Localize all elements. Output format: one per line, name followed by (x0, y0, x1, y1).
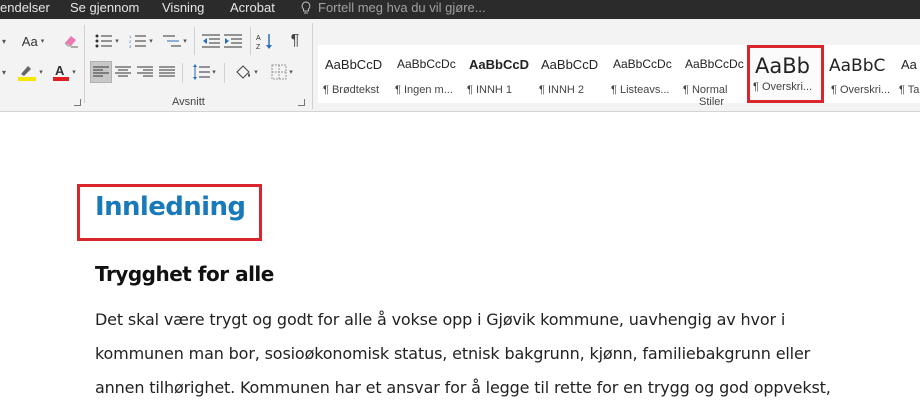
menu-item-review[interactable]: Se gjennom (70, 0, 139, 16)
tell-me-search[interactable]: Fortell meg hva du vil gjøre... (318, 0, 486, 16)
clear-formatting-button[interactable] (60, 31, 82, 51)
style-label: ¶ Normal (683, 84, 728, 96)
line-spacing-icon (193, 64, 211, 80)
separator (250, 27, 251, 55)
document-page[interactable]: Innledning Trygghet for alle Det skal væ… (0, 112, 920, 403)
style-overskrift-2[interactable]: AaBbC ¶ Overskri... (826, 48, 894, 100)
style-preview: AaBbCcD (469, 57, 529, 72)
heading-2[interactable]: Trygghet for alle (95, 262, 274, 286)
increase-indent-button[interactable] (222, 31, 244, 51)
decrease-indent-icon (202, 34, 220, 48)
style-preview: AaBbCcDc (397, 57, 456, 71)
sort-button[interactable]: A Z (254, 30, 276, 52)
bullets-button[interactable]: ▾ (92, 31, 122, 51)
font-size-caret[interactable]: ▾ (0, 64, 8, 80)
style-label: ¶ INNH 1 (467, 84, 513, 96)
borders-icon (271, 64, 287, 80)
separator (312, 23, 313, 109)
eraser-icon (64, 36, 78, 48)
svg-text:A: A (55, 63, 65, 78)
style-brodtekst[interactable]: AaBbCcD ¶ Brødtekst (318, 48, 386, 100)
font-dropdown-caret[interactable]: ▾ (0, 33, 8, 49)
lightbulb-icon (301, 1, 311, 14)
justify-icon (159, 66, 175, 77)
chevron-down-icon: ▾ (40, 38, 45, 45)
menu-item-references[interactable]: endelser (0, 0, 50, 16)
style-ingen-mellomrom[interactable]: AaBbCcDc ¶ Ingen m... (390, 48, 458, 100)
style-label: ¶ Overskri... (753, 81, 813, 93)
style-innh-2[interactable]: AaBbCcD ¶ INNH 2 (534, 48, 602, 100)
style-label: ¶ Ingen m... (395, 84, 453, 96)
font-color-icon: A (53, 63, 70, 81)
show-formatting-marks-button[interactable]: ¶ (284, 30, 306, 52)
paint-bucket-icon (236, 65, 251, 79)
style-preview: AaBbCcDc (685, 57, 744, 71)
paragraph-dialog-launcher[interactable] (298, 99, 305, 106)
increase-indent-icon (224, 34, 242, 48)
align-center-icon (115, 66, 131, 77)
style-tal[interactable]: Aa ¶ Tal (894, 48, 920, 100)
separator (224, 63, 225, 83)
ribbon: ▾ Aa ▾ ▾ 1 2 3 ▾ ▾ A Z ¶ ▾ ▾ A ▾ ▾ ▾ ▾ A… (0, 19, 920, 112)
svg-text:3: 3 (129, 44, 132, 48)
justify-button[interactable] (156, 61, 178, 83)
style-normal[interactable]: AaBbCcDc ¶ Normal (678, 48, 746, 100)
style-label: ¶ INNH 2 (539, 84, 585, 96)
borders-button[interactable]: ▾ (266, 61, 298, 83)
svg-text:A: A (256, 35, 261, 42)
svg-text:Z: Z (256, 44, 261, 50)
separator (182, 63, 183, 83)
numbered-list-icon: 1 2 3 (129, 34, 147, 48)
numbering-button[interactable]: 1 2 3 ▾ (126, 31, 156, 51)
heading-1[interactable]: Innledning (95, 192, 246, 222)
style-preview: AaBbC (829, 56, 886, 76)
sort-icon: A Z (256, 34, 272, 50)
bullet-list-icon (95, 34, 113, 48)
menu-bar: endelser Se gjennom Visning Acrobat Fort… (0, 0, 920, 19)
change-case-label: Aa (21, 33, 38, 49)
styles-gallery: AaBbCcD ¶ Brødtekst AaBbCcDc ¶ Ingen m..… (318, 45, 920, 103)
style-preview: AaBbCcD (325, 57, 383, 72)
highlighter-icon (18, 66, 37, 81)
line-spacing-button[interactable]: ▾ (188, 61, 220, 83)
group-label-styles: Stiler (699, 96, 725, 108)
pilcrow-icon: ¶ (290, 32, 300, 49)
font-color-button[interactable]: A ▾ (50, 61, 78, 83)
style-preview: AaBb (755, 54, 810, 78)
shading-button[interactable]: ▾ (230, 61, 262, 83)
style-preview: AaBbCcDc (613, 57, 672, 71)
paragraph-line[interactable]: Det skal være trygt og godt for alle å v… (95, 310, 785, 329)
align-left-button[interactable] (90, 61, 112, 83)
style-preview: AaBbCcD (541, 57, 599, 72)
align-right-icon (137, 66, 153, 77)
menu-item-acrobat[interactable]: Acrobat (230, 0, 275, 16)
change-case-button[interactable]: Aa ▾ (18, 31, 48, 51)
style-label: ¶ Brødtekst (323, 84, 380, 96)
menu-item-view[interactable]: Visning (162, 0, 204, 16)
highlight-color-button[interactable]: ▾ (14, 61, 46, 83)
font-dialog-launcher[interactable] (74, 99, 81, 106)
align-left-icon (93, 66, 109, 77)
align-center-button[interactable] (112, 61, 134, 83)
group-label-paragraph: Avsnitt (172, 96, 205, 108)
style-label: ¶ Listeavs... (611, 84, 670, 96)
paragraph-line[interactable]: annen tilhørighet. Kommunen har et ansva… (95, 378, 831, 397)
multilevel-list-button[interactable]: ▾ (160, 31, 190, 51)
separator (84, 25, 85, 103)
decrease-indent-button[interactable] (200, 31, 222, 51)
multilevel-list-icon (163, 35, 182, 47)
align-right-button[interactable] (134, 61, 156, 83)
separator (194, 27, 195, 55)
style-overskrift-1[interactable]: AaBb ¶ Overskri... (747, 45, 824, 103)
style-preview: Aa (901, 57, 917, 72)
paragraph-line[interactable]: kommunen man bor, sosioøkonomisk status,… (95, 344, 810, 363)
style-label: ¶ Tal (899, 84, 920, 96)
style-listeavsnitt[interactable]: AaBbCcDc ¶ Listeavs... (606, 48, 674, 100)
style-label: ¶ Overskri... (831, 84, 891, 96)
style-innh-1[interactable]: AaBbCcD ¶ INNH 1 (462, 48, 532, 100)
